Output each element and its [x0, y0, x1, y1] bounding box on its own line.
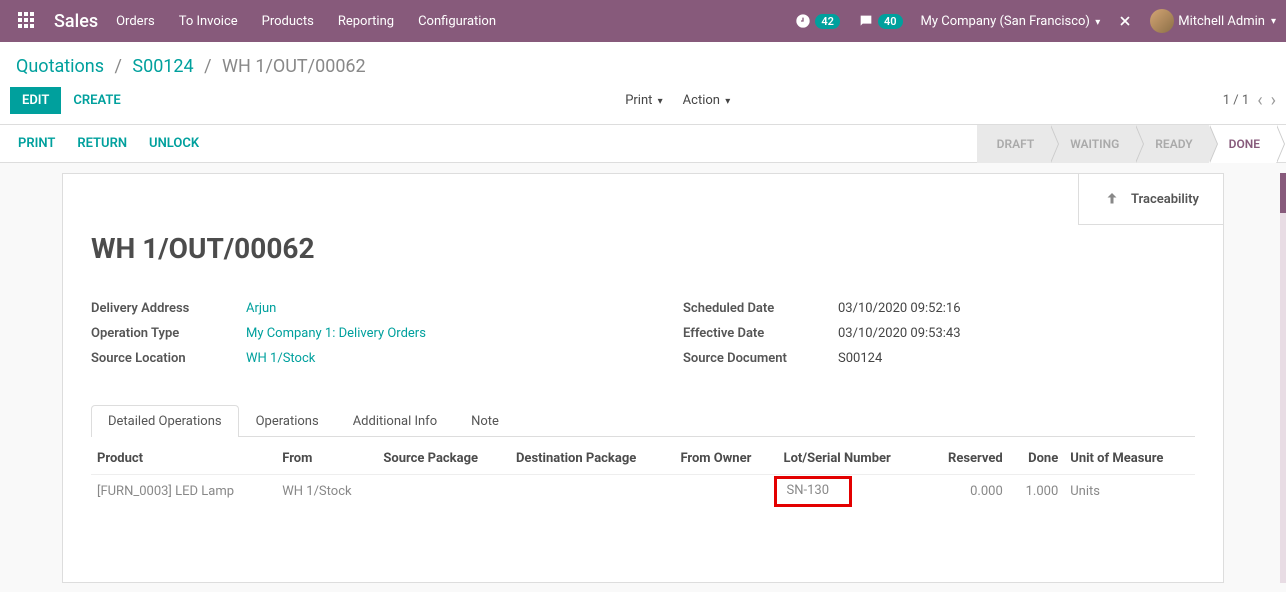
right-fields: Scheduled Date 03/10/2020 09:52:16 Effec…: [683, 301, 1195, 376]
traceability-button[interactable]: Traceability: [1078, 174, 1223, 225]
pager-prev[interactable]: ‹: [1257, 90, 1262, 111]
status-return-button[interactable]: RETURN: [77, 136, 127, 151]
user-menu[interactable]: Mitchell Admin ▾: [1150, 9, 1276, 33]
field-label: Operation Type: [91, 326, 246, 341]
nav-reporting[interactable]: Reporting: [338, 14, 394, 29]
chat-indicator[interactable]: 40: [858, 13, 903, 29]
step-draft[interactable]: DRAFT: [977, 125, 1051, 163]
form-card: Traceability WH 1/OUT/00062 Delivery Add…: [62, 173, 1224, 583]
left-fields: Delivery Address Arjun Operation Type My…: [91, 301, 603, 376]
status-bar: PRINT RETURN UNLOCK DRAFT WAITING READY …: [0, 125, 1286, 163]
chat-icon: [858, 13, 874, 29]
activity-indicator[interactable]: 42: [795, 13, 840, 29]
operation-type-link[interactable]: My Company 1: Delivery Orders: [246, 326, 426, 341]
clock-icon: [795, 13, 811, 29]
scheduled-date: 03/10/2020 09:52:16: [838, 301, 961, 316]
delivery-address-link[interactable]: Arjun: [246, 301, 276, 316]
chevron-down-icon: ▾: [725, 96, 730, 107]
status-steps: DRAFT WAITING READY DONE: [977, 125, 1276, 163]
avatar: [1150, 9, 1174, 33]
nav-orders[interactable]: Orders: [116, 14, 155, 29]
step-done[interactable]: DONE: [1209, 125, 1276, 163]
field-label: Scheduled Date: [683, 301, 838, 316]
cell-reserved: 0.000: [926, 475, 1009, 509]
step-waiting[interactable]: WAITING: [1050, 125, 1135, 163]
tabs: Detailed Operations Operations Additiona…: [91, 404, 1195, 437]
source-location-link[interactable]: WH 1/Stock: [246, 351, 315, 366]
nav-right: 42 40 My Company (San Francisco) ▾ Mitch…: [795, 9, 1276, 33]
cell-destination-package: [510, 475, 674, 509]
cell-lot-serial: SN-130: [778, 475, 926, 509]
field-label: Delivery Address: [91, 301, 246, 316]
user-name: Mitchell Admin: [1178, 14, 1265, 29]
tab-operations[interactable]: Operations: [239, 405, 336, 437]
operations-table: Product From Source Package Destination …: [91, 443, 1195, 508]
action-dropdown[interactable]: Action ▾: [683, 93, 731, 108]
chevron-down-icon: ▾: [658, 96, 663, 107]
field-label: Source Document: [683, 351, 838, 366]
lot-serial-highlight: SN-130: [774, 476, 853, 507]
app-brand[interactable]: Sales: [54, 11, 98, 32]
tab-additional-info[interactable]: Additional Info: [336, 405, 454, 437]
nav-to-invoice[interactable]: To Invoice: [179, 14, 238, 29]
status-unlock-button[interactable]: UNLOCK: [149, 136, 199, 151]
cell-uom: Units: [1064, 475, 1195, 509]
nav-products[interactable]: Products: [262, 14, 314, 29]
close-icon[interactable]: [1118, 14, 1132, 28]
pager-text: 1 / 1: [1223, 93, 1249, 108]
apps-icon[interactable]: [18, 12, 36, 30]
company-selector[interactable]: My Company (San Francisco) ▾: [921, 14, 1101, 29]
nav-configuration[interactable]: Configuration: [418, 14, 496, 29]
col-from[interactable]: From: [276, 443, 377, 475]
company-name: My Company (San Francisco): [921, 14, 1090, 29]
tab-note[interactable]: Note: [454, 405, 516, 437]
col-uom[interactable]: Unit of Measure: [1064, 443, 1195, 475]
top-navbar: Sales Orders To Invoice Products Reporti…: [0, 0, 1286, 42]
breadcrumb-mid[interactable]: S00124: [132, 56, 193, 77]
nav-links: Orders To Invoice Products Reporting Con…: [116, 14, 496, 29]
activity-badge: 42: [815, 14, 840, 29]
table-row[interactable]: [FURN_0003] LED Lamp WH 1/Stock SN-130 0…: [91, 475, 1195, 509]
tab-detailed-operations[interactable]: Detailed Operations: [91, 405, 239, 437]
chevron-down-icon: ▾: [1095, 17, 1100, 28]
cell-from: WH 1/Stock: [276, 475, 377, 509]
col-done[interactable]: Done: [1009, 443, 1065, 475]
col-product[interactable]: Product: [91, 443, 276, 475]
col-lot-serial[interactable]: Lot/Serial Number: [778, 443, 926, 475]
pager-next[interactable]: ›: [1271, 90, 1276, 111]
field-label: Source Location: [91, 351, 246, 366]
col-reserved[interactable]: Reserved: [926, 443, 1009, 475]
field-label: Effective Date: [683, 326, 838, 341]
cell-source-package: [377, 475, 510, 509]
col-source-package[interactable]: Source Package: [377, 443, 510, 475]
chat-badge: 40: [878, 14, 903, 29]
scrollbar[interactable]: [1280, 173, 1286, 583]
pager: 1 / 1 ‹ ›: [1223, 90, 1276, 111]
cell-done: 1.000: [1009, 475, 1065, 509]
create-button[interactable]: CREATE: [61, 87, 132, 114]
col-from-owner[interactable]: From Owner: [674, 443, 777, 475]
chevron-down-icon: ▾: [1271, 16, 1276, 27]
arrow-up-right-icon: [1103, 190, 1121, 208]
edit-button[interactable]: EDIT: [10, 87, 61, 114]
cell-product: [FURN_0003] LED Lamp: [91, 475, 276, 509]
breadcrumb-root[interactable]: Quotations: [16, 56, 104, 77]
source-document: S00124: [838, 351, 882, 366]
cell-from-owner: [674, 475, 777, 509]
col-destination-package[interactable]: Destination Package: [510, 443, 674, 475]
page-title: WH 1/OUT/00062: [91, 232, 1195, 265]
status-print-button[interactable]: PRINT: [18, 136, 55, 151]
control-bar: Quotations / S00124 / WH 1/OUT/00062 EDI…: [0, 42, 1286, 125]
print-dropdown[interactable]: Print ▾: [625, 93, 662, 108]
breadcrumb-current: WH 1/OUT/00062: [222, 56, 366, 77]
effective-date: 03/10/2020 09:53:43: [838, 326, 961, 341]
breadcrumb: Quotations / S00124 / WH 1/OUT/00062: [0, 42, 1286, 87]
step-ready[interactable]: READY: [1135, 125, 1208, 163]
